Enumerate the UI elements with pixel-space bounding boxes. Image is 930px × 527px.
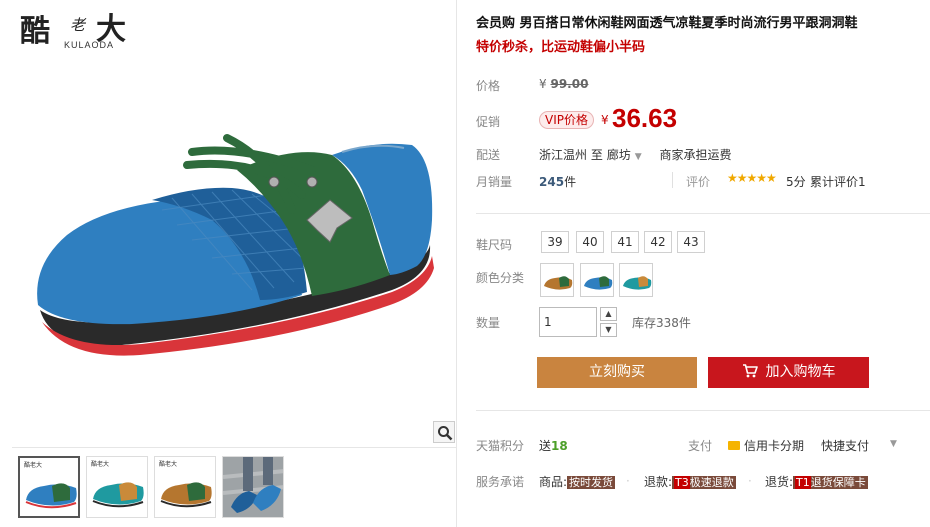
service-badge: T3极速退款 xyxy=(672,476,736,489)
ship-from: 浙江温州 xyxy=(539,148,588,162)
size-option-40[interactable]: 40 xyxy=(576,231,604,253)
service-item-prefix: 退货: xyxy=(765,475,794,489)
star-rating-icon: ★★★★★ xyxy=(727,171,777,185)
product-title: 会员购 男百搭日常休闲鞋网面透气凉鞋夏季时尚流行男平跟洞洞鞋 xyxy=(476,16,858,31)
currency-symbol: ¥ xyxy=(539,77,547,91)
points-prefix: 送 xyxy=(539,439,552,453)
ship-to-word: 至 xyxy=(590,148,603,162)
sales-count: 245 xyxy=(539,175,565,189)
points-label: 天猫积分 xyxy=(476,439,525,453)
color-option-teal[interactable] xyxy=(580,263,614,297)
service-badge-text: 退货保障卡 xyxy=(810,476,866,489)
magnifier-icon xyxy=(438,426,453,441)
service-badge-text: 极速退款 xyxy=(689,476,734,489)
review-count-link[interactable]: 累计评价1 xyxy=(810,173,866,190)
shipping-fee: 商家承担运费 xyxy=(659,148,732,162)
divider xyxy=(476,410,930,411)
credit-card-label: 信用卡分期 xyxy=(744,439,805,453)
promo-currency: ¥ xyxy=(601,113,609,127)
monthly-sales: 245件 xyxy=(539,173,576,190)
brand-logo: 酷 老 大 KULAODA xyxy=(20,4,150,54)
rating-label: 评价 xyxy=(686,175,711,189)
points-value: 18 xyxy=(551,439,568,453)
credit-card-installment[interactable]: 信用卡分期 xyxy=(728,437,804,454)
original-price-value: 99.00 xyxy=(550,77,589,91)
color-option-blue[interactable] xyxy=(540,263,574,297)
svg-text:酷老大: 酷老大 xyxy=(159,460,177,468)
size-option-39[interactable]: 39 xyxy=(541,231,569,253)
shipping-label: 配送 xyxy=(476,148,501,162)
credit-card-icon xyxy=(728,441,740,450)
product-subtitle: 特价秒杀，比运动鞋偏小半码 xyxy=(476,40,646,55)
thumbnail-teal[interactable]: 酷老大 xyxy=(86,456,148,518)
promo-label: 促销 xyxy=(476,115,501,129)
add-to-cart-button[interactable]: 加入购物车 xyxy=(708,357,869,388)
product-info-panel: 会员购 男百搭日常休闲鞋网面透气凉鞋夏季时尚流行男平跟洞洞鞋 特价秒杀，比运动鞋… xyxy=(476,0,930,527)
main-product-image[interactable] xyxy=(12,60,457,445)
zoom-button[interactable] xyxy=(433,421,455,443)
separator xyxy=(672,172,673,188)
payment-label: 支付 xyxy=(688,439,713,453)
service-tier-tag: T3 xyxy=(674,476,690,489)
service-ontime-delivery[interactable]: 商品: 按时发货 xyxy=(539,473,616,490)
promo-price: 36.63 xyxy=(612,103,678,133)
svg-text:酷老大: 酷老大 xyxy=(91,460,109,468)
service-return-card[interactable]: 退货: T1退货保障卡 xyxy=(765,473,868,490)
buy-now-button[interactable]: 立刻购买 xyxy=(537,357,697,388)
service-label: 服务承诺 xyxy=(476,475,525,489)
quantity-label: 数量 xyxy=(476,316,501,330)
thumbnail-worn[interactable] xyxy=(222,456,284,518)
ship-destination[interactable]: 廊坊 xyxy=(607,148,631,162)
svg-text:酷老大: 酷老大 xyxy=(24,461,42,469)
cart-icon xyxy=(742,363,758,377)
price-label: 价格 xyxy=(476,79,501,93)
sales-unit: 件 xyxy=(564,175,577,189)
logo-char-1: 酷 xyxy=(20,14,50,49)
thumbnail-blue[interactable]: 酷老大 xyxy=(18,456,80,518)
color-label: 颜色分类 xyxy=(476,271,525,285)
size-option-43[interactable]: 43 xyxy=(677,231,705,253)
service-badge: 按时发货 xyxy=(567,476,616,489)
thumbnail-strip: 酷老大 酷老大 酷老大 xyxy=(12,447,457,525)
points-info: 送18 xyxy=(539,437,568,454)
service-tier-tag: T1 xyxy=(795,476,811,489)
quick-pay[interactable]: 快捷支付 xyxy=(821,437,869,454)
service-badge: T1退货保障卡 xyxy=(793,476,868,489)
size-option-41[interactable]: 41 xyxy=(611,231,639,253)
quantity-decrease-icon[interactable]: ▼ xyxy=(600,323,617,337)
separator-dot: · xyxy=(626,474,630,488)
size-option-42[interactable]: 42 xyxy=(644,231,672,253)
service-item-prefix: 退款: xyxy=(644,475,673,489)
quantity-increase-icon[interactable]: ▲ xyxy=(600,307,617,321)
thumbnail-brown[interactable]: 酷老大 xyxy=(154,456,216,518)
service-item-prefix: 商品: xyxy=(539,475,568,489)
original-price: ¥ 99.00 xyxy=(539,77,588,91)
quantity-input[interactable]: 1 xyxy=(539,307,597,337)
product-gallery: 酷 老 大 KULAODA 酷老大 酷老大 酷老大 xyxy=(12,0,457,527)
logo-char-2: 老 xyxy=(70,16,86,34)
rating-score: 5分 xyxy=(786,175,806,189)
stock-count: 库存338件 xyxy=(632,316,691,330)
add-to-cart-label: 加入购物车 xyxy=(765,364,836,380)
vip-price-tag: VIP价格 xyxy=(539,111,594,129)
shipping-info: 浙江温州 至 廊坊 ▼ 商家承担运费 xyxy=(539,146,731,163)
service-fast-refund[interactable]: 退款: T3极速退款 xyxy=(644,473,736,490)
caret-down-icon[interactable]: ▼ xyxy=(890,439,897,449)
sales-label: 月销量 xyxy=(476,175,513,189)
logo-text: KULAODA xyxy=(64,40,115,50)
separator-dot: · xyxy=(748,474,752,488)
divider xyxy=(476,213,930,214)
caret-down-icon[interactable]: ▼ xyxy=(635,152,642,162)
size-label: 鞋尺码 xyxy=(476,238,513,252)
color-option-brown[interactable] xyxy=(619,263,653,297)
